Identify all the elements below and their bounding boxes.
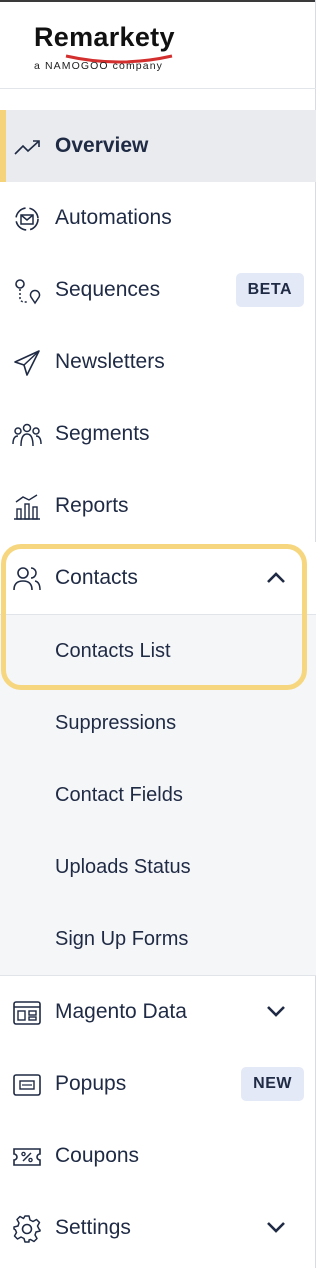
brand-tagline: a NAMOGOO company [34,60,163,72]
sidebar-item-sequences[interactable]: Sequences BETA [0,254,316,326]
sidebar-item-segments[interactable]: Segments [0,398,316,470]
submenu-item-sign-up-forms[interactable]: Sign Up Forms [0,903,316,975]
percent-ticket-icon [12,1142,42,1172]
bar-chart-icon [12,492,42,522]
submenu-item-contact-fields[interactable]: Contact Fields [0,759,316,831]
trend-up-icon [12,132,42,162]
sidebar-item-settings[interactable]: Settings [0,1192,316,1264]
data-grid-icon [12,998,42,1028]
sidebar-item-coupons[interactable]: Coupons [0,1120,316,1192]
submenu-item-suppressions[interactable]: Suppressions [0,687,316,759]
submenu-item-uploads-status[interactable]: Uploads Status [0,831,316,903]
sidebar-item-label: Coupons [55,1144,140,1167]
people-group-icon [12,420,42,450]
paper-plane-icon [12,348,42,378]
brand-name: Remarkety [34,22,175,52]
sidebar-item-label: Reports [55,494,129,517]
sidebar-item-newsletters[interactable]: Newsletters [0,326,316,398]
sidebar-item-label: Overview [55,134,149,157]
chevron-down-icon[interactable] [266,1004,286,1018]
sidebar-item-label: Settings [55,1216,131,1239]
beta-badge: BETA [235,273,304,307]
chevron-down-icon[interactable] [266,1220,286,1234]
active-indicator [0,110,6,182]
sidebar-item-overview[interactable]: Overview [0,110,316,182]
top-border [0,0,316,2]
sidebar-item-popups[interactable]: Popups NEW [0,1048,316,1120]
sidebar-item-label: Popups [55,1072,127,1095]
new-badge: NEW [241,1067,304,1101]
sidebar-item-label: Sequences [55,278,161,301]
sidebar-item-magento-data[interactable]: Magento Data [0,976,316,1048]
route-pin-icon [12,276,42,306]
sidebar-item-automations[interactable]: Automations [0,182,316,254]
sidebar-item-reports[interactable]: Reports [0,470,316,542]
popup-window-icon [12,1070,42,1100]
gear-icon [12,1214,42,1244]
brand-logo[interactable]: Remarkety a NAMOGOO company [0,10,316,82]
sidebar-item-label: Magento Data [55,1000,187,1023]
divider [0,88,316,89]
sidebar-item-label: Segments [55,422,150,445]
focus-highlight [1,544,307,690]
automation-mail-icon [12,204,42,234]
sidebar-item-label: Automations [55,206,172,229]
sidebar-item-label: Newsletters [55,350,165,373]
